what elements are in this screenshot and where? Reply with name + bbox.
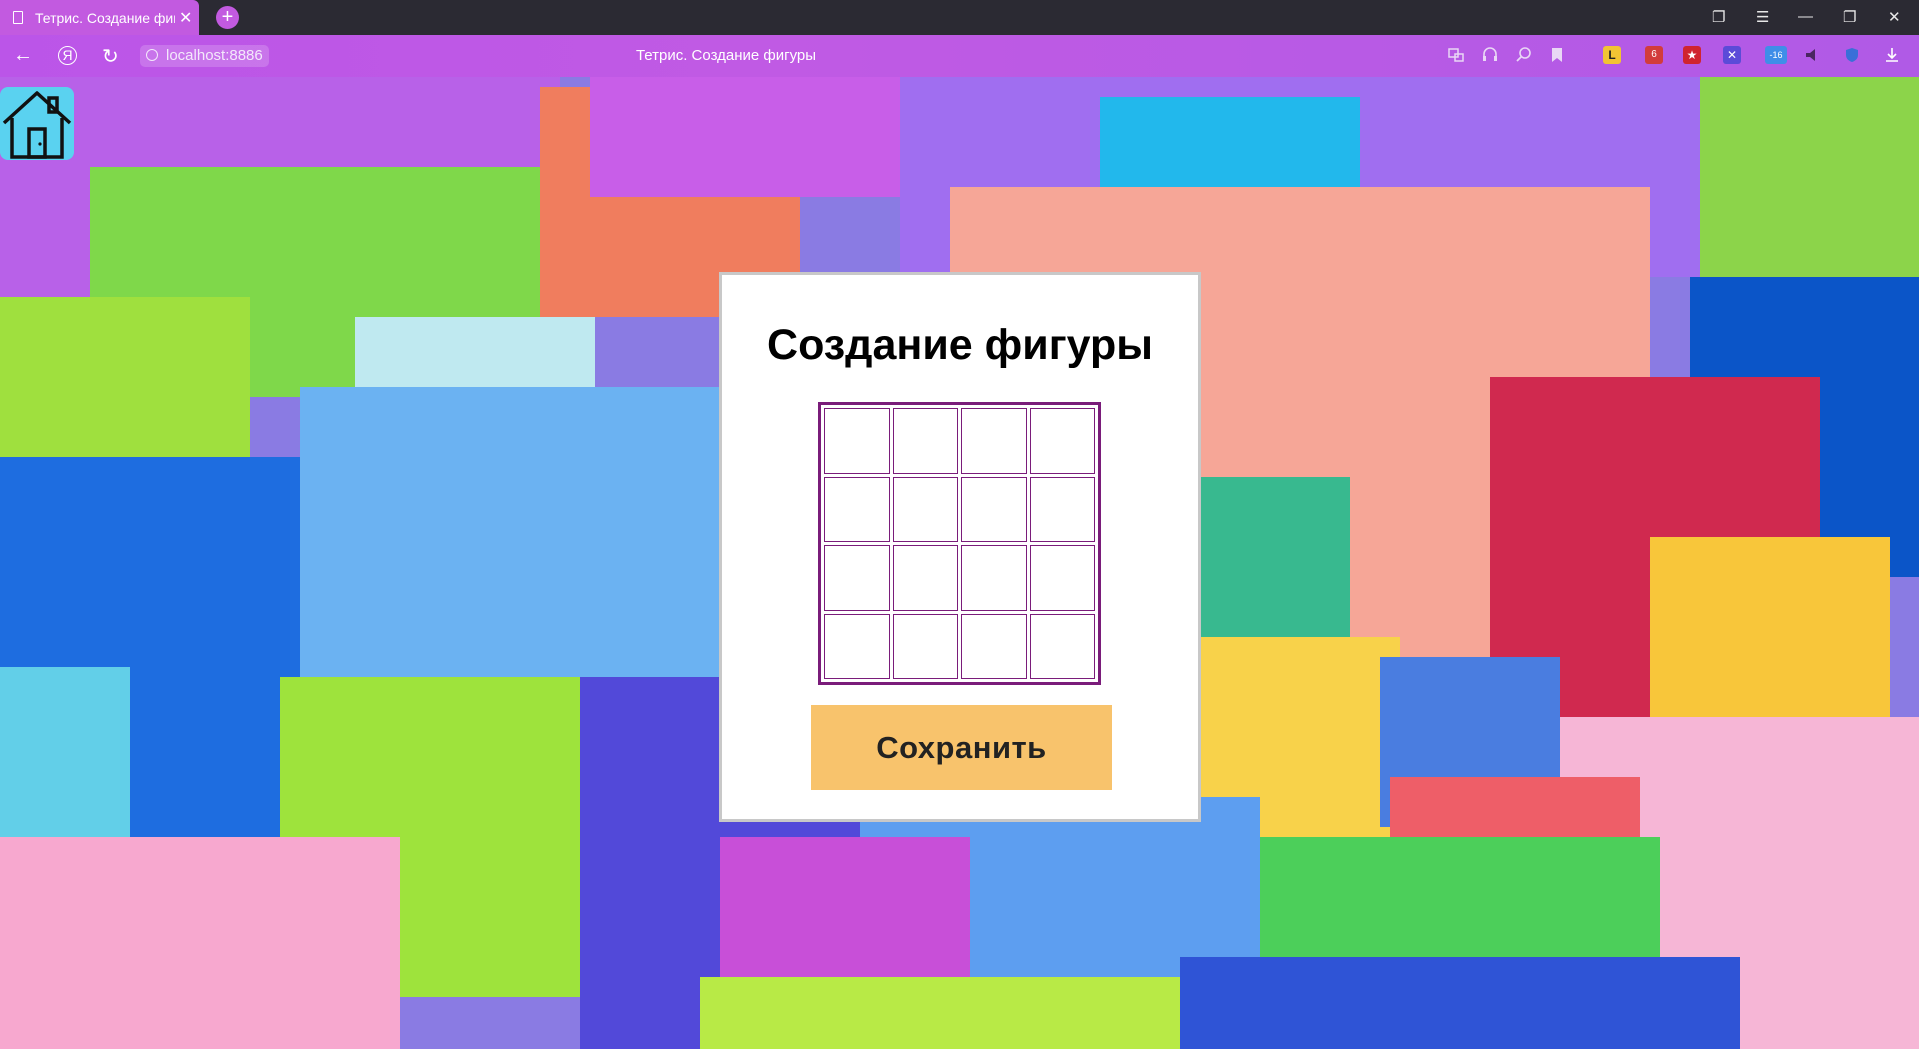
translate-icon[interactable] [1447,46,1465,64]
save-button[interactable]: Сохранить [811,705,1112,790]
grid-cell[interactable] [824,476,890,542]
grid-cell[interactable] [1029,476,1095,542]
tab-title: Тетрис. Создание фигуры [35,9,175,26]
new-tab-button[interactable]: + [216,6,239,29]
download-icon[interactable] [1883,46,1901,64]
page-icon [13,11,23,24]
ext-lingvo-icon[interactable]: L [1603,46,1621,64]
figure-editor-card: Создание фигуры Сохранить [719,272,1201,822]
close-window-button[interactable]: ✕ [1888,8,1901,26]
home-button[interactable] [0,87,74,160]
grid-cell[interactable] [1029,408,1095,474]
menu-icon[interactable]: ☰ [1756,8,1769,26]
bookmark-icon[interactable] [1548,46,1566,64]
house-icon [2,91,72,159]
grid-cell[interactable] [892,408,958,474]
tab-bar: Тетрис. Создание фигуры ✕ + ❐ ☰ — ❐ ✕ [0,0,1919,35]
reader-icon[interactable] [1481,46,1499,64]
grid-cell[interactable] [961,613,1027,679]
grid-cell[interactable] [961,545,1027,611]
grid-cell[interactable] [824,545,890,611]
browser-toolbar: ← Я ↻ localhost:8886 Тетрис. Создание фи… [0,35,1919,77]
grid-cell[interactable] [961,408,1027,474]
ext-mail-icon[interactable]: 6 [1645,46,1663,64]
grid-cell[interactable] [892,545,958,611]
page-title: Создание фигуры [767,321,1153,369]
figure-grid [818,402,1101,685]
grid-cell[interactable] [1029,545,1095,611]
grid-cell[interactable] [892,476,958,542]
ext-x-icon[interactable]: ✕ [1723,46,1741,64]
close-tab-icon[interactable]: ✕ [179,8,192,28]
grid-cell[interactable] [892,613,958,679]
ext-weather-icon[interactable]: -16 [1765,46,1787,64]
page-title-bar: Тетрис. Создание фигуры [635,47,817,64]
grid-cell[interactable] [961,476,1027,542]
collections-icon[interactable]: ❐ [1712,8,1725,26]
protect-icon[interactable] [1843,46,1861,64]
sound-icon[interactable] [1804,46,1822,64]
active-tab[interactable]: Тетрис. Создание фигуры ✕ [0,0,199,35]
restore-button[interactable]: ❐ [1843,8,1856,26]
zoom-icon[interactable] [1515,46,1533,64]
grid-cell[interactable] [824,408,890,474]
grid-cell[interactable] [1029,613,1095,679]
minimize-button[interactable]: — [1798,8,1813,25]
page-viewport: Создание фигуры Сохранить [0,77,1919,1049]
ext-star-icon[interactable]: ★ [1683,46,1701,64]
grid-cell[interactable] [824,613,890,679]
